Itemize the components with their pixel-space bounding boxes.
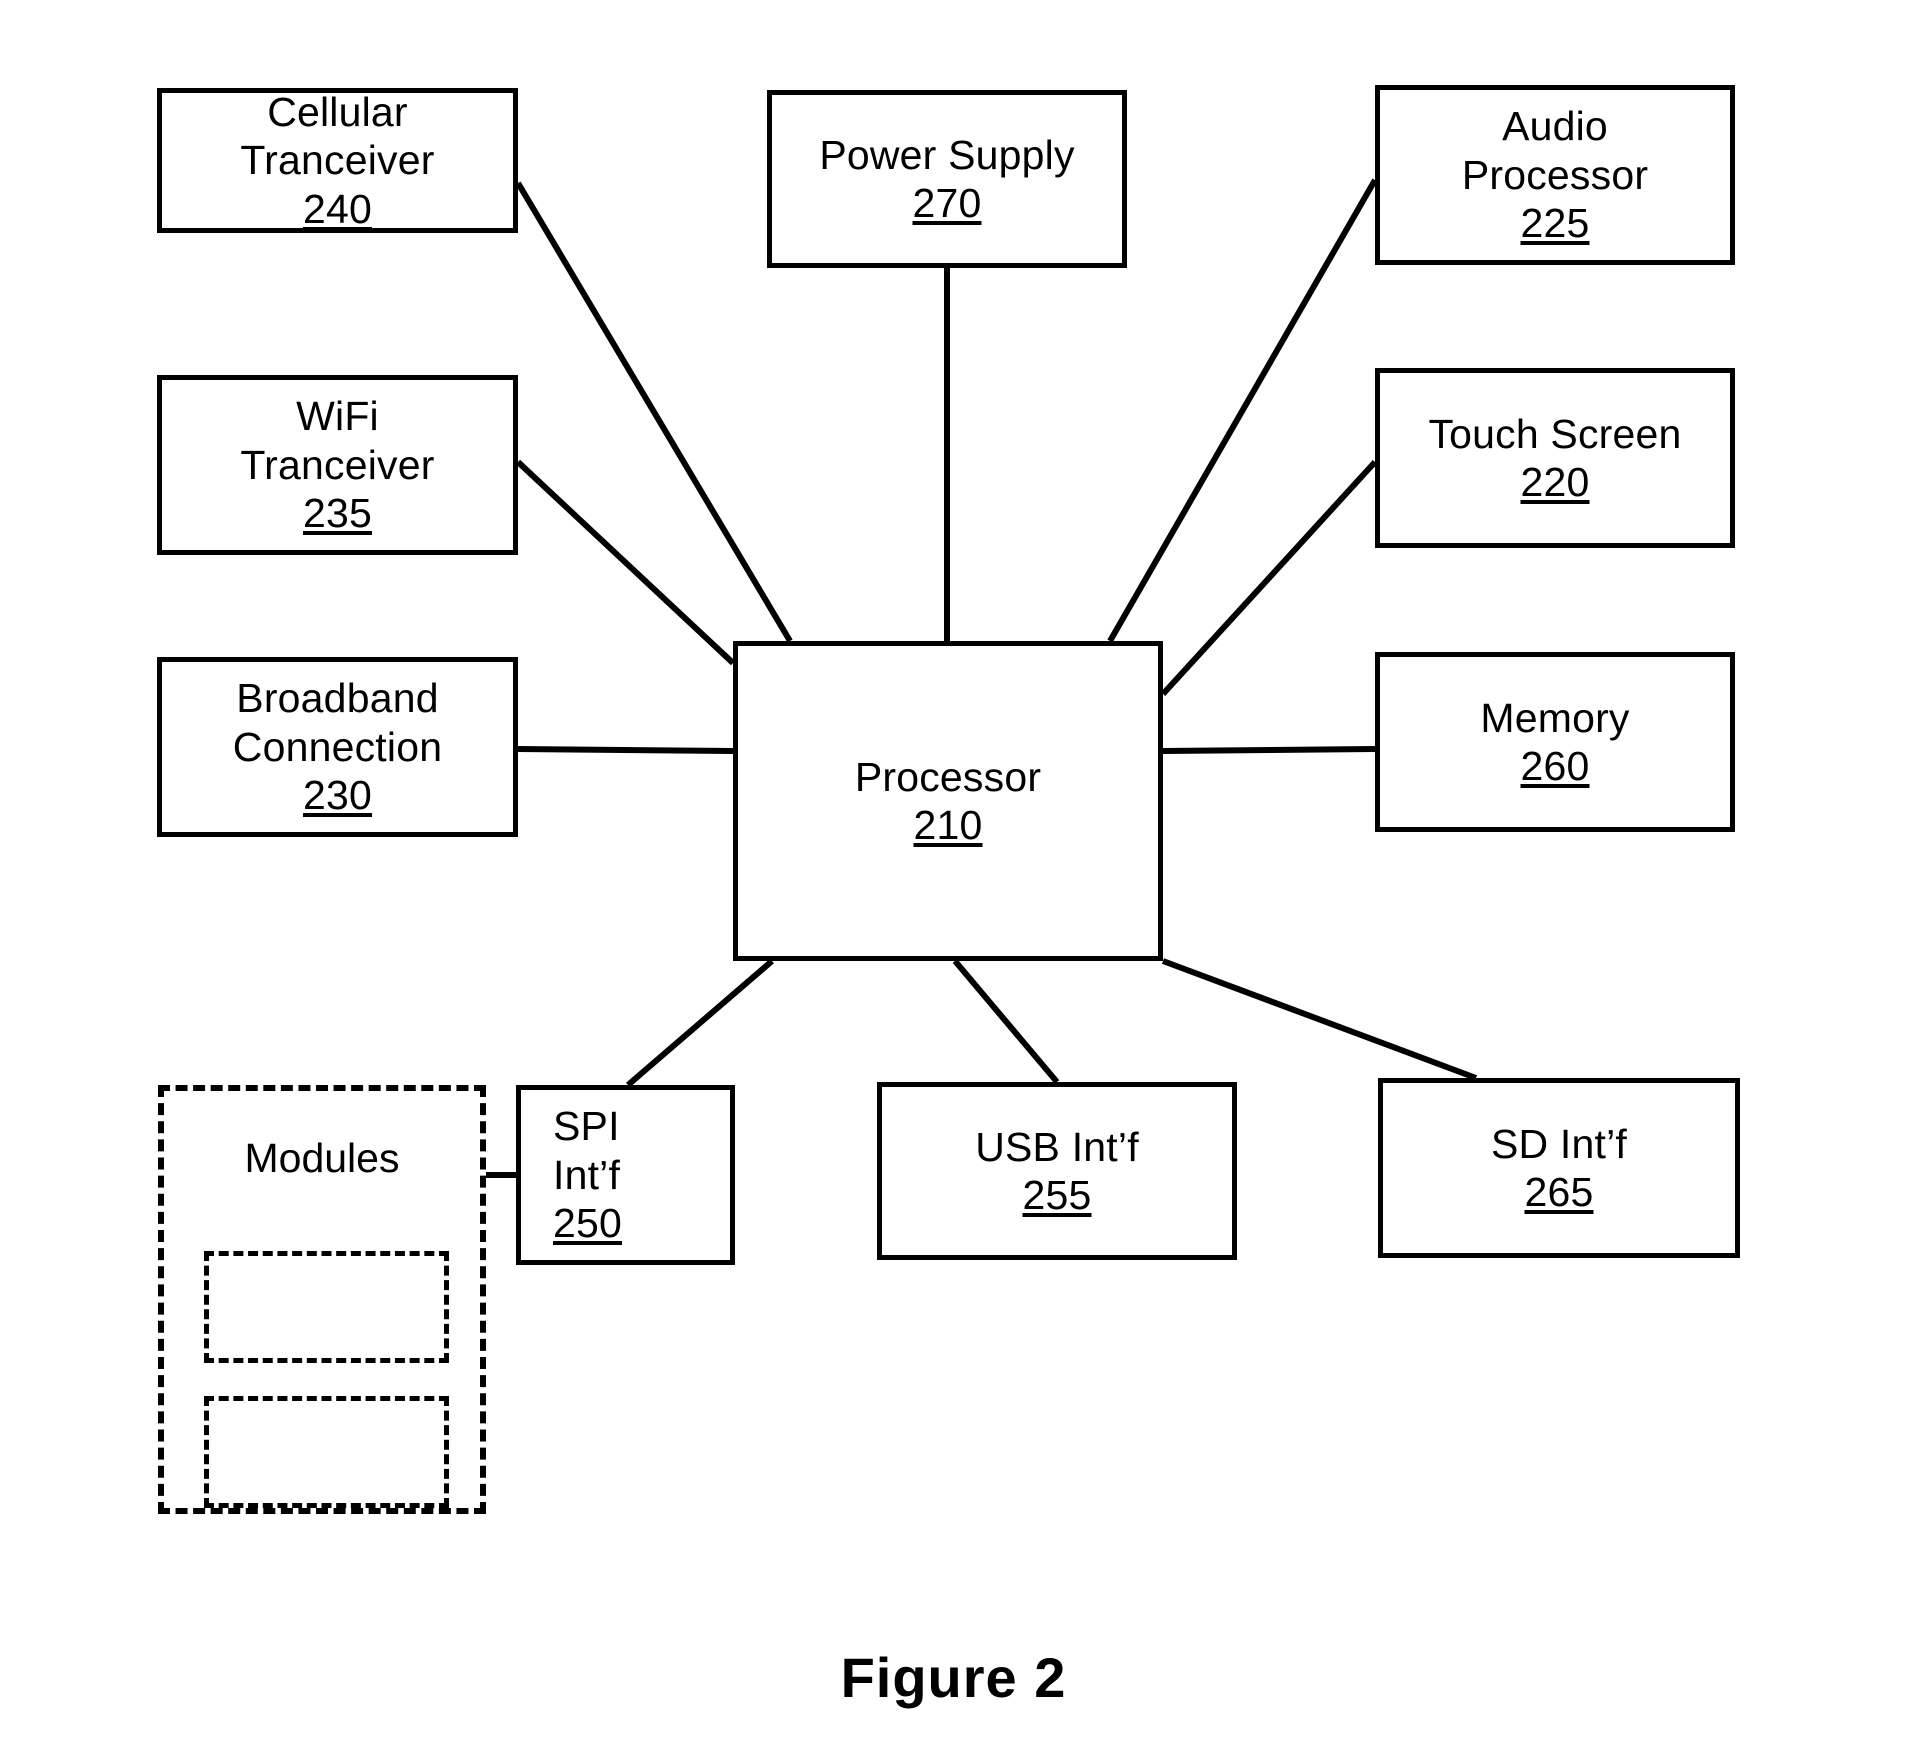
node-audio-processor: Audio Processor 225 xyxy=(1375,85,1735,265)
patent-block-diagram: Cellular Tranceiver 240 WiFi Tranceiver 235… xyxy=(0,0,1907,1764)
module-slot-1 xyxy=(204,1251,449,1363)
node-touch-screen: Touch Screen 220 xyxy=(1375,368,1735,548)
module-slot-2 xyxy=(204,1396,449,1508)
node-sd-interface: SD Int’f 265 xyxy=(1378,1078,1740,1258)
connector-processor-usb xyxy=(952,959,1060,1084)
node-reference-number: 270 xyxy=(912,180,982,226)
node-reference-number: 235 xyxy=(302,490,372,537)
node-label: Memory xyxy=(1480,694,1630,741)
node-reference-number: 265 xyxy=(1524,1169,1594,1215)
node-memory: Memory 260 xyxy=(1375,652,1735,832)
connector-touch-processor xyxy=(1160,459,1378,697)
node-label: Processor xyxy=(854,753,1042,800)
connector-cellular-processor xyxy=(515,181,793,643)
node-wifi-tranceiver: WiFi Tranceiver 235 xyxy=(157,375,518,555)
connector-processor-spi xyxy=(626,958,774,1088)
node-power-supply: Power Supply 270 xyxy=(767,90,1127,268)
modules-group-title: Modules xyxy=(244,1135,400,1181)
node-label: Audio Processor xyxy=(1461,103,1649,198)
connector-memory-processor xyxy=(1162,746,1376,754)
connector-wifi-processor xyxy=(515,459,736,666)
node-usb-interface: USB Int’f 255 xyxy=(877,1082,1237,1260)
node-spi-interface: SPI Int’f 250 xyxy=(516,1085,735,1265)
node-reference-number: 230 xyxy=(302,772,372,819)
connector-audio-processor xyxy=(1107,178,1378,643)
node-reference-number: 220 xyxy=(1520,459,1590,505)
node-label: Broadband Connection xyxy=(232,675,443,770)
node-reference-number: 210 xyxy=(913,802,983,848)
node-broadband-connection: Broadband Connection 230 xyxy=(157,657,518,837)
node-label: SPI Int’f xyxy=(553,1103,621,1198)
node-label: SD Int’f xyxy=(1490,1120,1628,1167)
node-processor: Processor 210 xyxy=(733,641,1163,961)
node-cellular-tranceiver: Cellular Tranceiver 240 xyxy=(157,88,518,233)
node-label: Touch Screen xyxy=(1428,410,1682,457)
connector-processor-sd xyxy=(1161,958,1478,1081)
node-reference-number: 250 xyxy=(553,1200,623,1247)
connector-broadband-processor xyxy=(517,746,734,754)
node-label: Cellular Tranceiver xyxy=(240,88,435,184)
node-label: USB Int’f xyxy=(975,1123,1139,1170)
node-reference-number: 225 xyxy=(1520,200,1590,247)
node-reference-number: 240 xyxy=(302,185,372,232)
node-label: WiFi Tranceiver xyxy=(240,393,435,488)
node-reference-number: 255 xyxy=(1022,1172,1092,1218)
figure-caption: Figure 2 xyxy=(840,1646,1067,1709)
node-label: Power Supply xyxy=(819,131,1075,178)
modules-group: Modules xyxy=(158,1085,486,1514)
node-reference-number: 260 xyxy=(1520,743,1590,789)
